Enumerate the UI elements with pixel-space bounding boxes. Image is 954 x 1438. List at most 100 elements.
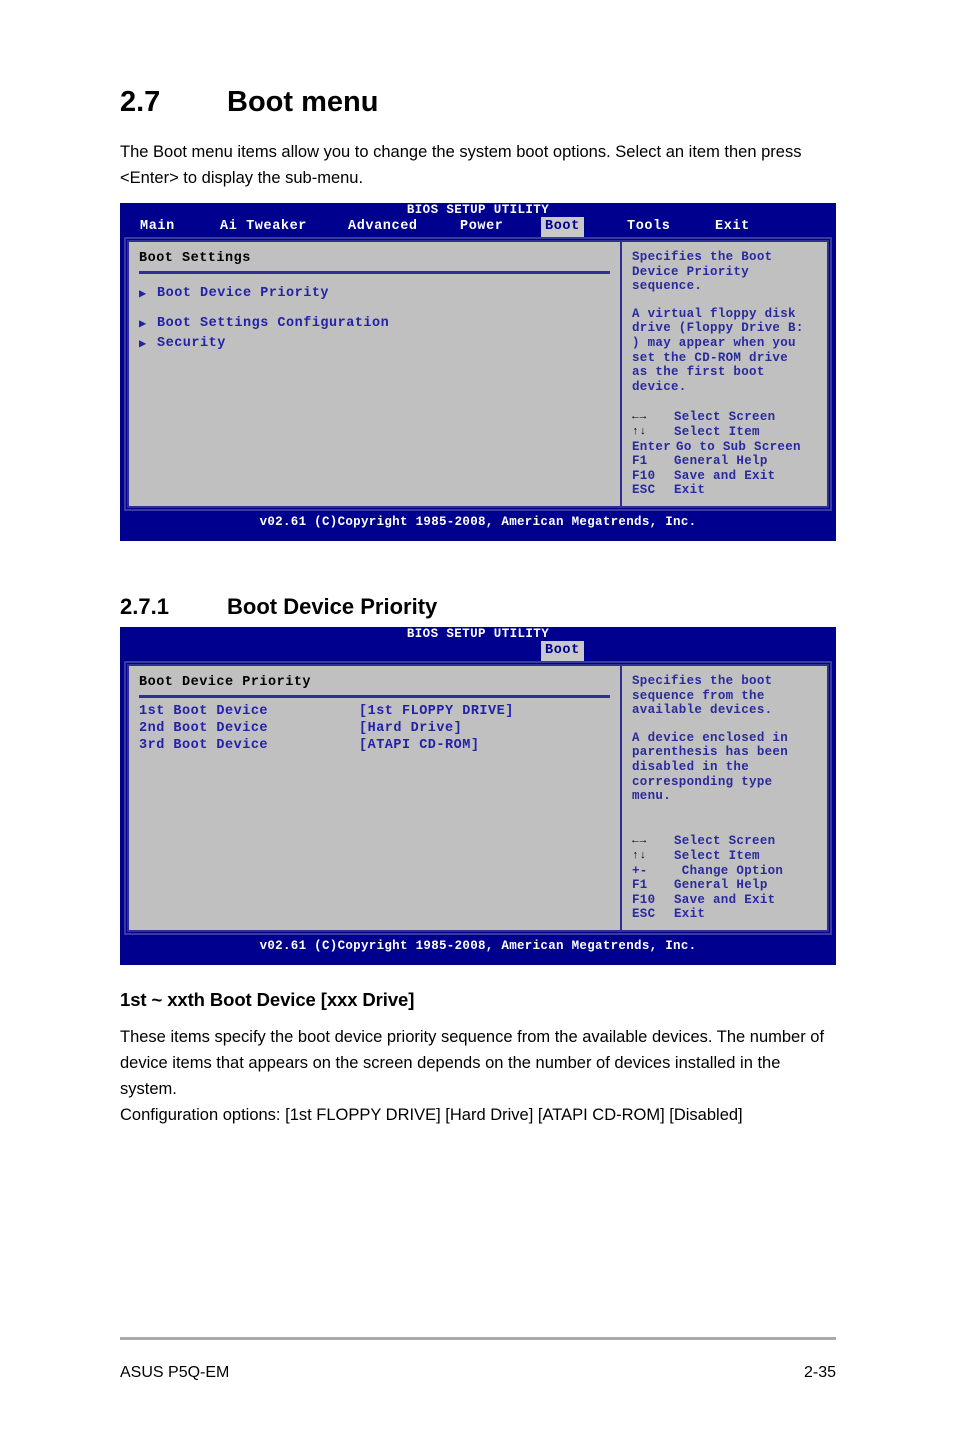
- up-down-arrow-icon: ↑↓: [632, 850, 648, 863]
- footer-divider: [120, 1337, 836, 1340]
- bios1-panel-rule: [139, 271, 610, 274]
- item-description-paragraph: These items specify the boot device prio…: [120, 1028, 825, 1098]
- bios1-help-paragraph-2: A virtual floppy disk drive (Floppy Driv…: [632, 306, 804, 394]
- legend-row-f1: F1 General Help: [632, 878, 842, 893]
- bios1-menu-exit[interactable]: Exit: [711, 217, 754, 237]
- bios1-help-paragraph-1: Specifies the Boot Device Priority seque…: [632, 250, 773, 294]
- bios1-title: BIOS SETUP UTILITY: [406, 203, 550, 217]
- bios2-copyright: v02.61 (C)Copyright 1985-2008, American …: [259, 939, 697, 953]
- item-configuration-options: Configuration options: [1st FLOPPY DRIVE…: [120, 1106, 743, 1124]
- bios1-copyright: v02.61 (C)Copyright 1985-2008, American …: [259, 515, 697, 529]
- subsection-number: 2.7.1: [120, 594, 169, 619]
- bios2-row-value: [Hard Drive]: [359, 721, 463, 736]
- legend-action: Go to Sub Screen: [676, 439, 801, 454]
- legend-row-change-option: +- Change Option: [632, 864, 842, 879]
- bios2-panel-title: Boot Device Priority: [139, 675, 312, 690]
- legend-key-f1: F1: [632, 878, 648, 893]
- section-heading-2-7-1: 2.7.1 Boot Device Priority: [120, 594, 437, 620]
- legend-action: Select Screen: [674, 410, 776, 425]
- legend-row-enter: Enter Go to Sub Screen: [632, 440, 842, 455]
- legend-row-select-item: ↑↓ Select Item: [632, 849, 842, 864]
- bios-screenshot-boot-device-priority: BIOS SETUP UTILITY Boot Boot Device Prio…: [120, 627, 836, 965]
- legend-row-esc: ESC Exit: [632, 907, 842, 922]
- legend-key-f10: F10: [632, 892, 656, 907]
- subsection-title: Boot Device Priority: [227, 594, 438, 619]
- bios1-body-frame: Boot Settings ▶ Boot Device Priority ▶ B…: [124, 237, 832, 511]
- bios2-help-paragraph-2: A device enclosed in parenthesis has bee…: [632, 730, 789, 804]
- bios2-panel-rule: [139, 695, 610, 698]
- bios1-key-legend: ←→ Select Screen ↑↓ Select Item Enter Go…: [632, 410, 842, 498]
- legend-row-f10: F10 Save and Exit: [632, 469, 842, 484]
- legend-action: General Help: [674, 454, 768, 469]
- bios2-row-label: 3rd Boot Device: [139, 738, 269, 753]
- bios2-body-frame: Boot Device Priority 1st Boot Device [1s…: [124, 661, 832, 935]
- item-heading: 1st ~ xxth Boot Device [xxx Drive]: [120, 989, 415, 1010]
- bios-screenshot-boot-menu: BIOS SETUP UTILITY Main Ai Tweaker Advan…: [120, 203, 836, 541]
- legend-row-select-screen: ←→ Select Screen: [632, 834, 842, 849]
- bios2-row-label: 2nd Boot Device: [139, 721, 269, 736]
- legend-action: Exit: [674, 483, 706, 498]
- legend-action: Select Item: [674, 849, 760, 864]
- legend-key-f10: F10: [632, 468, 656, 483]
- bios1-item-security[interactable]: ▶ Security: [139, 334, 610, 354]
- up-down-arrow-icon: ↑↓: [632, 426, 648, 439]
- bios1-menu-bar: Main Ai Tweaker Advanced Power Boot Tool…: [120, 217, 836, 237]
- bios1-menu-boot[interactable]: Boot: [541, 217, 584, 237]
- bios1-menu-power[interactable]: Power: [456, 217, 508, 237]
- bios1-menu-advanced[interactable]: Advanced: [344, 217, 422, 237]
- legend-action: Select Screen: [674, 834, 776, 849]
- bios1-item-boot-device-priority[interactable]: ▶ Boot Device Priority: [139, 284, 610, 304]
- bios1-item-label: Security: [157, 336, 226, 351]
- bios2-row-3rd-boot-device[interactable]: 3rd Boot Device [ATAPI CD-ROM]: [139, 737, 610, 754]
- legend-row-esc: ESC Exit: [632, 483, 842, 498]
- bios1-item-label: Boot Settings Configuration: [157, 316, 390, 331]
- legend-action: Change Option: [674, 863, 784, 878]
- bios1-item-label: Boot Device Priority: [157, 286, 330, 301]
- section-title: Boot menu: [227, 86, 379, 118]
- legend-row-f1: F1 General Help: [632, 454, 842, 469]
- bios2-row-1st-boot-device[interactable]: 1st Boot Device [1st FLOPPY DRIVE]: [139, 703, 610, 720]
- legend-row-select-screen: ←→ Select Screen: [632, 410, 842, 425]
- section-heading-2-7: 2.7 Boot menu: [120, 86, 378, 119]
- bios2-row-value: [1st FLOPPY DRIVE]: [359, 704, 514, 719]
- legend-row-f10: F10 Save and Exit: [632, 893, 842, 908]
- legend-key-enter: Enter: [632, 439, 672, 454]
- bios2-row-2nd-boot-device[interactable]: 2nd Boot Device [Hard Drive]: [139, 720, 610, 737]
- bios2-row-label: 1st Boot Device: [139, 704, 269, 719]
- legend-key-plus-minus: +-: [632, 863, 648, 878]
- bios1-menu-main[interactable]: Main: [136, 217, 179, 237]
- bios2-body: Boot Device Priority 1st Boot Device [1s…: [127, 664, 829, 932]
- triangle-right-icon: ▶: [139, 337, 147, 351]
- bios2-title: BIOS SETUP UTILITY: [406, 627, 550, 641]
- section-intro-paragraph: The Boot menu items allow you to change …: [120, 143, 802, 187]
- section-number: 2.7: [120, 86, 161, 118]
- bios2-help-panel: Specifies the boot sequence from the ava…: [622, 666, 827, 930]
- bios1-help-panel: Specifies the Boot Device Priority seque…: [622, 242, 827, 506]
- triangle-right-icon: ▶: [139, 317, 147, 331]
- legend-key-esc: ESC: [632, 483, 656, 498]
- bios2-settings-panel: Boot Device Priority 1st Boot Device [1s…: [129, 666, 622, 930]
- bios2-menu-bar: Boot: [120, 641, 836, 661]
- bios1-menu-tools[interactable]: Tools: [623, 217, 675, 237]
- legend-action: General Help: [674, 878, 768, 893]
- bios1-menu-ai-tweaker[interactable]: Ai Tweaker: [216, 217, 311, 237]
- left-right-arrow-icon: ←→: [632, 411, 648, 424]
- bios2-key-legend: ←→ Select Screen ↑↓ Select Item +- Chang…: [632, 834, 842, 922]
- bios1-settings-panel: Boot Settings ▶ Boot Device Priority ▶ B…: [129, 242, 622, 506]
- left-right-arrow-icon: ←→: [632, 835, 648, 848]
- bios2-help-paragraph-1: Specifies the boot sequence from the ava…: [632, 674, 773, 718]
- footer-product-name: ASUS P5Q-EM: [120, 1364, 230, 1381]
- legend-row-select-item: ↑↓ Select Item: [632, 425, 842, 440]
- bios2-row-value: [ATAPI CD-ROM]: [359, 738, 480, 753]
- legend-key-f1: F1: [632, 454, 648, 469]
- legend-action: Save and Exit: [674, 468, 776, 483]
- bios1-body: Boot Settings ▶ Boot Device Priority ▶ B…: [127, 240, 829, 508]
- legend-action: Save and Exit: [674, 892, 776, 907]
- legend-action: Select Item: [674, 425, 760, 440]
- bios1-item-spacer: [139, 304, 610, 314]
- legend-key-esc: ESC: [632, 907, 656, 922]
- footer-page-number: 2-35: [803, 1364, 836, 1381]
- bios1-item-boot-settings-configuration[interactable]: ▶ Boot Settings Configuration: [139, 314, 610, 334]
- bios2-menu-boot[interactable]: Boot: [541, 641, 584, 661]
- legend-action: Exit: [674, 907, 706, 922]
